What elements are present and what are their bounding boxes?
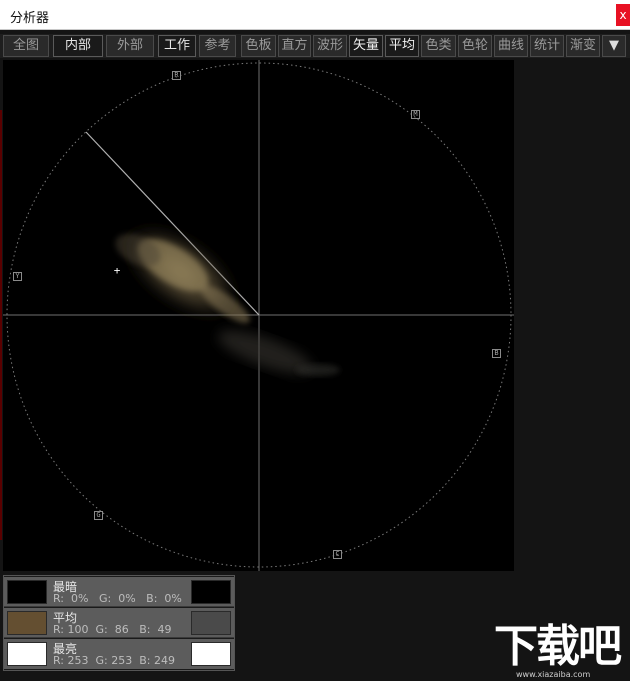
vectorscope-button[interactable]: 矢量 [349, 35, 383, 57]
inside-button[interactable]: 内部 [53, 35, 103, 57]
marker-y: Y [13, 272, 22, 281]
window-title: 分析器 [10, 11, 50, 26]
marker-r: R [172, 71, 181, 80]
marker-c: C [333, 550, 342, 559]
left-edge-indicator [0, 110, 2, 540]
color-wheel-button[interactable]: 色轮 [458, 35, 492, 57]
close-button[interactable]: x [616, 4, 630, 26]
color-distribution-cloud [115, 224, 340, 376]
brightest-swatch [7, 642, 47, 666]
brightest-swatch-right [191, 642, 231, 666]
title-bar: 分析器 x [0, 0, 630, 30]
watermark-url: www.xiazaiba.com [516, 670, 591, 679]
marker-m: M [411, 110, 420, 119]
color-stats-panel: 最暗 R: 0% G: 0% B: 0% 平均 R: 100 G: 86 B: … [3, 575, 235, 671]
darkest-swatch-right [191, 580, 231, 604]
watermark-text: 下载吧 [494, 621, 622, 672]
marker-g: G [94, 511, 103, 520]
darkest-values: R: 0% G: 0% B: 0% [53, 592, 182, 605]
darkest-swatch [7, 580, 47, 604]
average-cursor-icon: + [114, 264, 121, 277]
average-values: R: 100 G: 86 B: 49 [53, 623, 172, 636]
watermark-logo: 下载吧 www.xiazaiba.com [494, 621, 626, 680]
palette-button[interactable]: 色板 [241, 35, 276, 57]
average-swatch-right [191, 611, 231, 635]
average-row: 平均 R: 100 G: 86 B: 49 [4, 608, 234, 638]
average-swatch [7, 611, 47, 635]
outside-button[interactable]: 外部 [106, 35, 154, 57]
marker-b: B [492, 349, 501, 358]
reference-button[interactable]: 参考 [199, 35, 236, 57]
work-button[interactable]: 工作 [158, 35, 196, 57]
toolbar: 全图 内部 外部 工作 参考 色板 直方 波形 矢量 平均 色类 色轮 曲线 统… [0, 34, 630, 58]
color-class-button[interactable]: 色类 [421, 35, 456, 57]
brightest-row: 最亮 R: 253 G: 253 B: 249 [4, 639, 234, 669]
vectorscope-graph: + [3, 60, 514, 571]
histogram-button[interactable]: 直方 [278, 35, 311, 57]
waveform-button[interactable]: 波形 [313, 35, 347, 57]
dropdown-menu-icon[interactable]: ▼ [602, 35, 626, 57]
brightest-values: R: 253 G: 253 B: 249 [53, 654, 175, 667]
statistics-button[interactable]: 统计 [530, 35, 564, 57]
darkest-row: 最暗 R: 0% G: 0% B: 0% [4, 577, 234, 607]
gradient-button[interactable]: 渐变 [566, 35, 600, 57]
full-image-button[interactable]: 全图 [3, 35, 49, 57]
curves-button[interactable]: 曲线 [494, 35, 528, 57]
average-button[interactable]: 平均 [385, 35, 419, 57]
vectorscope-display[interactable]: + R M Y B G C [3, 60, 514, 571]
